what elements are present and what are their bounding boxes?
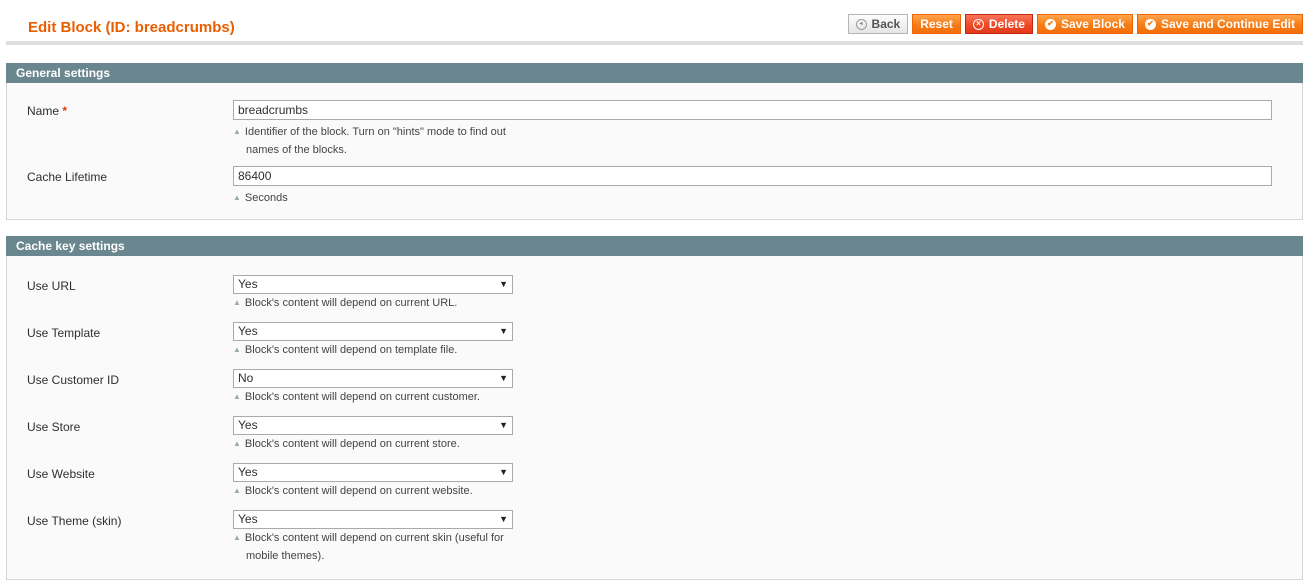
name-note: ▲ Identifier of the block. Turn on "hints… xyxy=(233,123,533,159)
section-title: Cache key settings xyxy=(6,236,1303,256)
use-theme-label: Use Theme (skin) xyxy=(27,514,122,528)
select-value: Yes xyxy=(238,277,258,291)
note-text: Block's content will depend on current U… xyxy=(244,297,458,309)
cache-lifetime-note-text: Seconds xyxy=(244,192,288,204)
note-text-line2: mobile themes). xyxy=(246,550,325,562)
action-buttons: ◂ Back Reset × Delete ✔ Save Block ✔ Sav… xyxy=(847,14,1303,34)
check-icon: ✔ xyxy=(1144,18,1156,30)
cache-lifetime-input[interactable] xyxy=(233,166,1272,186)
section-title: General settings xyxy=(6,63,1303,83)
select-value: No xyxy=(238,371,254,385)
note-icon: ▲ xyxy=(233,298,241,307)
save-continue-button[interactable]: ✔ Save and Continue Edit xyxy=(1136,14,1303,34)
use-website-note: ▲ Block's content will depend on current … xyxy=(233,482,513,500)
use-url-note: ▲ Block's content will depend on current … xyxy=(233,294,513,312)
dropdown-arrow-icon: ▼ xyxy=(499,514,508,524)
name-field: ▲Identifier of the block. Turn on "hints… xyxy=(233,100,1272,159)
use-customer-id-select[interactable]: No ▼ xyxy=(233,369,513,388)
note-icon: ▲ xyxy=(233,439,241,448)
use-customer-id-label: Use Customer ID xyxy=(27,373,120,387)
note-text: Block's content will depend on current s… xyxy=(244,438,460,450)
select-value: Yes xyxy=(238,465,258,479)
use-website-field: Yes ▼ ▲ Block's content will depend on cu… xyxy=(233,463,513,500)
select-value: Yes xyxy=(238,324,258,338)
reset-button[interactable]: Reset xyxy=(912,14,961,34)
note-text: Block's content will depend on current s… xyxy=(244,532,504,544)
name-note-line2: names of the blocks. xyxy=(246,144,347,156)
use-website-label: Use Website xyxy=(27,467,95,481)
dropdown-arrow-icon: ▼ xyxy=(499,373,508,383)
page-header: Edit Block (ID: breadcrumbs) ◂ Back Rese… xyxy=(6,0,1303,45)
name-note-line1: Identifier of the block. Turn on "hints"… xyxy=(244,126,506,138)
save-block-label: Save Block xyxy=(1060,17,1125,31)
use-theme-select[interactable]: Yes ▼ xyxy=(233,510,513,529)
save-block-button[interactable]: ✔ Save Block xyxy=(1036,14,1133,34)
use-template-label: Use Template xyxy=(27,326,101,340)
reset-button-label: Reset xyxy=(920,17,953,31)
use-store-note: ▲ Block's content will depend on current … xyxy=(233,435,513,453)
required-mark: * xyxy=(62,104,68,118)
note-text: Block's content will depend on current w… xyxy=(244,485,473,497)
use-template-field: Yes ▼ ▲ Block's content will depend on te… xyxy=(233,322,513,359)
use-template-note: ▲ Block's content will depend on template… xyxy=(233,341,513,359)
note-icon: ▲ xyxy=(233,392,241,401)
use-customer-id-field: No ▼ ▲ Block's content will depend on cur… xyxy=(233,369,513,406)
use-url-select[interactable]: Yes ▼ xyxy=(233,275,513,294)
note-icon: ▲ xyxy=(233,127,241,136)
delete-button[interactable]: × Delete xyxy=(964,14,1033,34)
note-text: Block's content will depend on template … xyxy=(244,344,458,356)
dropdown-arrow-icon: ▼ xyxy=(499,279,508,289)
use-store-select[interactable]: Yes ▼ xyxy=(233,416,513,435)
note-icon: ▲ xyxy=(233,193,241,202)
cache-lifetime-field: ▲Seconds xyxy=(233,166,1272,207)
use-store-field: Yes ▼ ▲ Block's content will depend on cu… xyxy=(233,416,513,453)
note-text: Block's content will depend on current c… xyxy=(244,391,480,403)
use-template-select[interactable]: Yes ▼ xyxy=(233,322,513,341)
note-icon: ▲ xyxy=(233,345,241,354)
name-label: Name * xyxy=(27,104,67,118)
cache-lifetime-label: Cache Lifetime xyxy=(27,170,108,184)
use-store-label: Use Store xyxy=(27,420,81,434)
select-value: Yes xyxy=(238,512,258,526)
back-button[interactable]: ◂ Back xyxy=(847,14,909,34)
select-value: Yes xyxy=(238,418,258,432)
back-arrow-icon: ◂ xyxy=(855,18,867,30)
general-settings-section: General settings Name * ▲Identifier of t… xyxy=(6,63,1303,220)
name-label-text: Name xyxy=(27,104,60,118)
cache-lifetime-note: ▲ Seconds xyxy=(233,189,513,207)
delete-button-label: Delete xyxy=(988,17,1025,31)
dropdown-arrow-icon: ▼ xyxy=(499,467,508,477)
cache-key-settings-section: Cache key settings Use URL Yes ▼ ▲ Block'… xyxy=(6,236,1303,580)
back-button-label: Back xyxy=(871,17,901,31)
cache-key-settings-body: Use URL Yes ▼ ▲ Block's content will depe… xyxy=(6,256,1303,580)
dropdown-arrow-icon: ▼ xyxy=(499,420,508,430)
use-theme-field: Yes ▼ ▲ Block's content will depend on cu… xyxy=(233,510,513,565)
use-website-select[interactable]: Yes ▼ xyxy=(233,463,513,482)
use-url-field: Yes ▼ ▲ Block's content will depend on cu… xyxy=(233,275,513,312)
use-customer-id-note: ▲ Block's content will depend on current … xyxy=(233,388,513,406)
save-continue-label: Save and Continue Edit xyxy=(1160,17,1295,31)
dropdown-arrow-icon: ▼ xyxy=(499,326,508,336)
use-theme-note: ▲ Block's content will depend on current … xyxy=(233,529,513,565)
general-settings-body: Name * ▲Identifier of the block. Turn on… xyxy=(6,83,1303,220)
delete-x-icon: × xyxy=(972,18,984,30)
name-input[interactable] xyxy=(233,100,1272,120)
check-icon: ✔ xyxy=(1044,18,1056,30)
page-title: Edit Block (ID: breadcrumbs) xyxy=(28,19,235,36)
use-url-label: Use URL xyxy=(27,279,76,293)
note-icon: ▲ xyxy=(233,533,241,542)
note-icon: ▲ xyxy=(233,486,241,495)
